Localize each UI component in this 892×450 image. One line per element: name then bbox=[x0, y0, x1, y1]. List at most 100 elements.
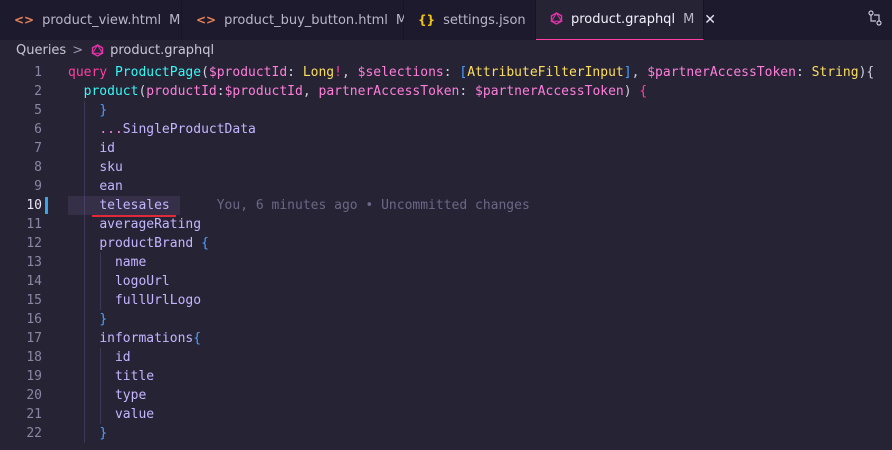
breadcrumb-file[interactable]: product.graphql bbox=[110, 43, 214, 58]
code-line[interactable]: 15 fullUrlLogo bbox=[0, 291, 892, 310]
code-text: telesales You, 6 minutes ago • Uncommitt… bbox=[68, 196, 530, 215]
code-line[interactable]: 11 averageRating bbox=[0, 215, 892, 234]
code-token: : bbox=[795, 65, 812, 80]
code-line[interactable]: 1 query ProductPage($productId: Long!, $s… bbox=[0, 63, 892, 82]
code-line[interactable]: 2 product(productId:$productId, partnerA… bbox=[0, 82, 892, 101]
close-icon[interactable]: ✕ bbox=[704, 12, 716, 28]
code-text: type bbox=[68, 386, 146, 405]
code-text: informations{ bbox=[68, 329, 201, 348]
code-line[interactable]: 7 id bbox=[0, 139, 892, 158]
code-token: { bbox=[639, 84, 648, 99]
tab-product-graphql[interactable]: product.graphql M ✕ bbox=[536, 0, 716, 40]
code-token: $partnerAccessToken bbox=[647, 65, 796, 80]
code-line[interactable]: 14 logoUrl bbox=[0, 272, 892, 291]
code-line[interactable]: 18 id bbox=[0, 348, 892, 367]
code-token: } bbox=[99, 103, 108, 118]
breadcrumb: Queries > product.graphql bbox=[0, 40, 892, 60]
code-token: partnerAccessToken bbox=[318, 84, 460, 99]
code-token: name bbox=[114, 255, 147, 270]
code-text: productBrand { bbox=[68, 234, 209, 253]
code-line[interactable]: 16 } bbox=[0, 310, 892, 329]
code-token: type bbox=[114, 388, 147, 403]
line-number: 1 bbox=[34, 65, 42, 80]
code-line[interactable]: 17 informations{ bbox=[0, 329, 892, 348]
line-number: 12 bbox=[26, 236, 42, 251]
breadcrumb-folder[interactable]: Queries bbox=[16, 43, 66, 58]
code-text: ...SingleProductData bbox=[68, 120, 256, 139]
line-number: 17 bbox=[26, 331, 42, 346]
code-token: { bbox=[201, 236, 209, 251]
line-number: 5 bbox=[34, 103, 42, 118]
code-line[interactable]: 6 ...SingleProductData bbox=[0, 120, 892, 139]
code-text: query ProductPage($productId: Long!, $se… bbox=[68, 63, 874, 82]
graphql-icon bbox=[91, 43, 104, 57]
git-blame-annotation: You, 6 minutes ago • Uncommitted changes bbox=[169, 198, 530, 213]
code-token: fullUrlLogo bbox=[114, 293, 202, 308]
git-change-indicator[interactable] bbox=[45, 197, 48, 214]
compare-changes-icon[interactable] bbox=[868, 10, 882, 26]
tab-product-buy-button[interactable]: <> product_buy_button.html M ● bbox=[182, 0, 428, 40]
code-token: logoUrl bbox=[114, 274, 170, 289]
code-line[interactable]: 20 type bbox=[0, 386, 892, 405]
tab-label: product_view.html bbox=[42, 12, 162, 28]
breadcrumb-separator: > bbox=[72, 42, 84, 58]
line-number: 15 bbox=[26, 293, 42, 308]
code-line[interactable]: 8 sku bbox=[0, 158, 892, 177]
graphql-icon bbox=[550, 11, 563, 28]
line-number: 22 bbox=[26, 426, 42, 441]
code-token: ProductPage bbox=[114, 65, 202, 80]
code-token: $productId bbox=[208, 65, 288, 80]
code-token: , bbox=[631, 65, 648, 80]
code-line[interactable]: 22 } bbox=[0, 424, 892, 443]
code-text: } bbox=[68, 310, 107, 329]
json-icon: {} bbox=[418, 13, 436, 27]
code-text: } bbox=[68, 424, 107, 443]
code-line[interactable]: 12 productBrand { bbox=[0, 234, 892, 253]
code-token: query bbox=[68, 65, 115, 80]
code-line[interactable]: 5 } bbox=[0, 101, 892, 120]
tab-label: settings.json bbox=[443, 12, 526, 28]
code-token: $selections bbox=[357, 65, 444, 80]
line-number: 21 bbox=[26, 407, 42, 422]
code-line[interactable]: 9 ean bbox=[0, 177, 892, 196]
code-line[interactable]: 13 name bbox=[0, 253, 892, 272]
code-token: sku bbox=[99, 160, 123, 175]
code-token: telesales bbox=[99, 198, 170, 213]
line-number: 13 bbox=[26, 255, 42, 270]
code-token: $partnerAccessToken bbox=[475, 84, 624, 99]
code-line[interactable]: 21 value bbox=[0, 405, 892, 424]
tab-settings-json[interactable]: {} settings.json bbox=[404, 0, 536, 40]
modified-badge: M bbox=[683, 12, 695, 27]
code-token: AttributeFilterInput bbox=[467, 65, 624, 80]
code-token: ! bbox=[334, 65, 342, 80]
line-number: 7 bbox=[34, 141, 42, 156]
code-token: productBrand bbox=[99, 236, 202, 251]
code-text: ean bbox=[68, 177, 122, 196]
code-token: : bbox=[459, 84, 476, 99]
code-token: $productId bbox=[224, 84, 303, 99]
code-token: } bbox=[99, 426, 108, 441]
tab-product-view[interactable]: <> product_view.html M bbox=[0, 0, 182, 40]
code-line[interactable]: 19 title bbox=[0, 367, 892, 386]
line-number: 18 bbox=[26, 350, 42, 365]
code-token: productId bbox=[146, 84, 217, 99]
code-text: id bbox=[68, 139, 115, 158]
code-text: value bbox=[68, 405, 154, 424]
code-line[interactable]: 10 telesales You, 6 minutes ago • Uncomm… bbox=[0, 196, 892, 215]
code-token: ] bbox=[623, 65, 632, 80]
code-editor[interactable]: 1 query ProductPage($productId: Long!, $s… bbox=[0, 61, 892, 450]
code-token: ) bbox=[623, 84, 640, 99]
code-token: product bbox=[83, 84, 139, 99]
code-token: , bbox=[341, 65, 358, 80]
